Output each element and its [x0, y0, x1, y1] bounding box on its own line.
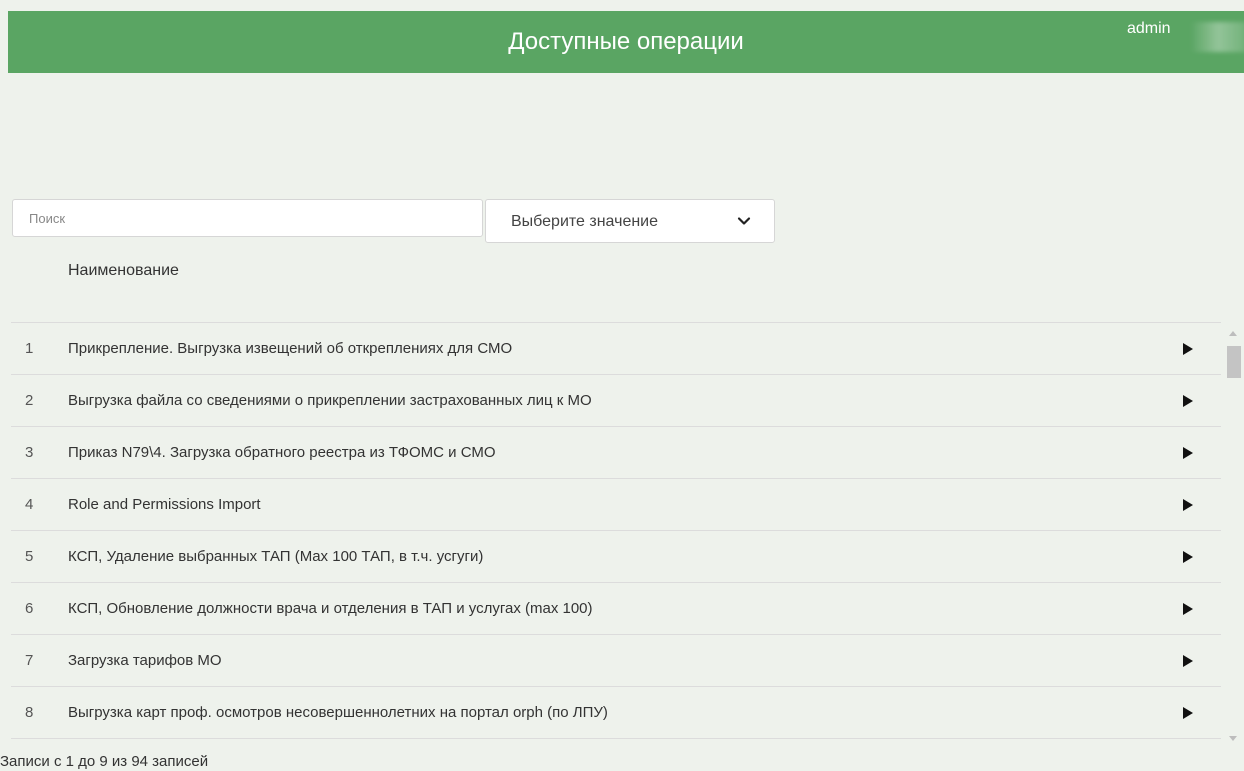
page-title: Доступные операции — [508, 28, 744, 55]
row-operation-name: Выгрузка карт проф. осмотров несовершенн… — [68, 704, 608, 721]
row-number: 6 — [25, 600, 34, 617]
scroll-up-arrow-icon[interactable] — [1229, 331, 1237, 336]
page: Доступные операции admin Выберите значен… — [0, 0, 1244, 771]
row-operation-name: Выгрузка файла со сведениями о прикрепле… — [68, 392, 592, 409]
select-value: Выберите значение — [511, 213, 659, 230]
table-row[interactable]: 5 КСП, Удаление выбранных ТАП (Max 100 ТА… — [11, 531, 1221, 583]
table-row[interactable]: 1 Прикрепление. Выгрузка извещений об отк… — [11, 323, 1221, 375]
row-number: 1 — [25, 340, 34, 357]
table-row[interactable]: 7 Загрузка тарифов МО — [11, 635, 1221, 687]
triangle-right-icon[interactable] — [1183, 603, 1193, 615]
table-row[interactable]: 8 Выгрузка карт проф. осмотров несовершен… — [11, 687, 1221, 739]
row-operation-name: Загрузка тарифов МО — [68, 652, 222, 669]
row-operation-name: КСП, Удаление выбранных ТАП (Max 100 ТАП… — [68, 548, 484, 565]
triangle-right-icon[interactable] — [1183, 655, 1193, 667]
scroll-down-arrow-icon[interactable] — [1229, 736, 1237, 741]
column-header-name[interactable]: Наименование — [68, 262, 179, 280]
table-row[interactable]: 2 Выгрузка файла со сведениями о прикрепл… — [11, 375, 1221, 427]
operations-list: 1 Прикрепление. Выгрузка извещений об отк… — [11, 322, 1221, 747]
user-info-blurred — [1190, 22, 1244, 52]
triangle-right-icon[interactable] — [1183, 343, 1193, 355]
row-number: 2 — [25, 392, 34, 409]
records-info: Записи с 1 до 9 из 94 записей — [0, 753, 209, 770]
row-number: 7 — [25, 652, 34, 669]
row-number: 3 — [25, 444, 34, 461]
row-operation-name: Прикрепление. Выгрузка извещений об откр… — [68, 340, 513, 357]
search-input[interactable] — [12, 199, 483, 237]
user-name[interactable]: admin — [1127, 20, 1171, 38]
header-bar: Доступные операции admin — [8, 11, 1244, 73]
chevron-down-icon — [737, 217, 751, 225]
triangle-right-icon[interactable] — [1183, 551, 1193, 563]
row-operation-name: Приказ N79\4. Загрузка обратного реестра… — [68, 444, 496, 461]
category-select[interactable]: Выберите значение — [485, 199, 775, 243]
row-operation-name: Role and Permissions Import — [68, 496, 261, 513]
row-number: 4 — [25, 496, 34, 513]
table-row[interactable]: 3 Приказ N79\4. Загрузка обратного реестр… — [11, 427, 1221, 479]
triangle-right-icon[interactable] — [1183, 447, 1193, 459]
scroll-thumb[interactable] — [1227, 346, 1241, 378]
list-scrollbar[interactable] — [1225, 326, 1241, 746]
table-row[interactable]: 4 Role and Permissions Import — [11, 479, 1221, 531]
triangle-right-icon[interactable] — [1183, 499, 1193, 511]
row-number: 5 — [25, 548, 34, 565]
row-number: 8 — [25, 704, 34, 721]
table-row[interactable]: 6 КСП, Обновление должности врача и отдел… — [11, 583, 1221, 635]
triangle-right-icon[interactable] — [1183, 395, 1193, 407]
triangle-right-icon[interactable] — [1183, 707, 1193, 719]
row-operation-name: КСП, Обновление должности врача и отделе… — [68, 600, 593, 617]
